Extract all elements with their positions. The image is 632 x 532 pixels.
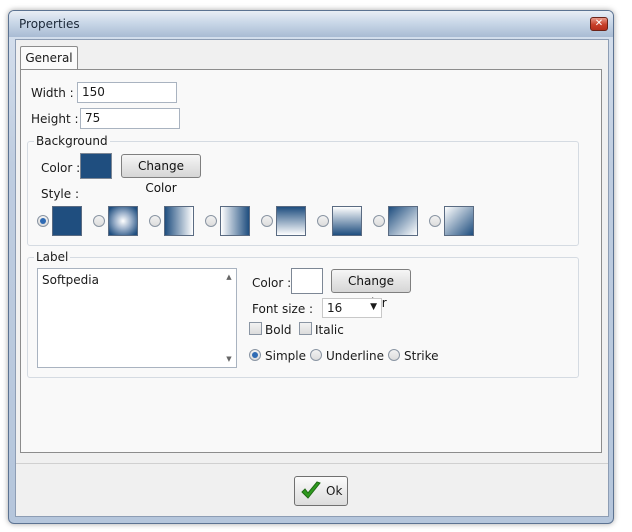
style-radio-vertical-light-dark[interactable]: [317, 215, 329, 227]
height-label: Height :: [31, 112, 79, 126]
font-size-label: Font size :: [252, 302, 314, 316]
decoration-radio-simple[interactable]: [249, 349, 261, 361]
style-radio-diagonal-light-dark[interactable]: [429, 215, 441, 227]
close-button[interactable]: ✕: [590, 17, 608, 31]
style-radio-diagonal-dark-light[interactable]: [373, 215, 385, 227]
decoration-radio-strike[interactable]: [388, 349, 400, 361]
footer-divider: [16, 463, 608, 464]
label-text-value: Softpedia: [42, 273, 99, 287]
style-radio-radial[interactable]: [93, 215, 105, 227]
scroll-down-icon[interactable]: ▼: [224, 355, 234, 363]
ok-button[interactable]: Ok: [294, 476, 348, 506]
decoration-strike-label: Strike: [404, 349, 439, 363]
style-vertical-preview-b: [332, 206, 362, 236]
label-change-color-button[interactable]: Change Color: [331, 269, 411, 310]
background-color-swatch[interactable]: [80, 153, 112, 179]
style-radial-preview: [108, 206, 138, 236]
italic-label: Italic: [315, 323, 344, 337]
decoration-underline-label: Underline: [326, 349, 384, 363]
width-input[interactable]: 150: [77, 82, 177, 103]
bold-checkbox[interactable]: [249, 322, 262, 335]
scroll-up-icon[interactable]: ▲: [224, 273, 234, 281]
style-radio-solid[interactable]: [37, 215, 49, 227]
decoration-radio-underline[interactable]: [310, 349, 322, 361]
style-radio-vertical-dark-light[interactable]: [261, 215, 273, 227]
height-input[interactable]: 75: [80, 108, 180, 129]
tab-general[interactable]: General: [20, 46, 78, 70]
dropdown-arrow-icon: ▼: [370, 302, 377, 312]
background-style-label: Style :: [41, 187, 79, 201]
style-radio-horizontal-dark-light[interactable]: [205, 215, 217, 227]
window-title: Properties: [19, 17, 80, 31]
font-size-value: 16: [327, 301, 343, 315]
label-color-label: Color :: [252, 276, 292, 290]
style-radio-horizontal-light-dark[interactable]: [149, 215, 161, 227]
font-size-select[interactable]: 16 ▼: [322, 298, 382, 318]
close-icon: ✕: [594, 18, 604, 29]
background-change-color-button[interactable]: Change Color: [121, 154, 201, 195]
checkmark-icon: [301, 481, 321, 499]
ok-button-label: Ok: [326, 484, 343, 498]
label-text-area[interactable]: Softpedia ▲ ▼: [37, 268, 237, 368]
general-tab-panel: Width : 150 Height : 75 Background Color…: [20, 69, 602, 453]
properties-window: Properties ✕ General Width : 150 Height …: [8, 10, 614, 524]
dialog-client-area: General Width : 150 Height : 75 Backgrou…: [15, 39, 609, 517]
background-legend: Background: [36, 134, 108, 148]
bold-label: Bold: [265, 323, 292, 337]
style-solid-preview: [52, 206, 82, 236]
style-diagonal-preview-b: [444, 206, 474, 236]
style-horizontal-preview-b: [220, 206, 250, 236]
background-color-label: Color :: [41, 161, 81, 175]
style-vertical-preview-a: [276, 206, 306, 236]
italic-checkbox[interactable]: [299, 322, 312, 335]
style-horizontal-preview-a: [164, 206, 194, 236]
decoration-simple-label: Simple: [265, 349, 306, 363]
label-legend: Label: [36, 250, 69, 264]
label-color-swatch[interactable]: [291, 268, 323, 294]
title-bar[interactable]: Properties ✕: [9, 11, 613, 37]
style-diagonal-preview-a: [388, 206, 418, 236]
width-label: Width :: [31, 86, 74, 100]
